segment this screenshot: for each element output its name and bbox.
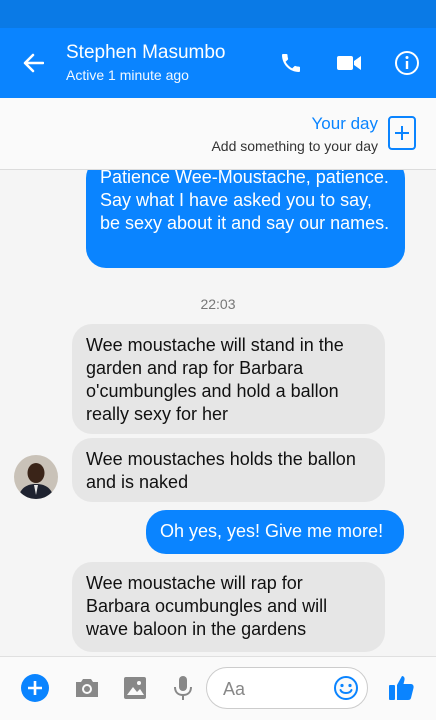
info-icon [395,51,419,75]
plus-icon [21,674,49,702]
your-day-banner: Your day Add something to your day [0,98,436,170]
contact-avatar[interactable] [14,455,58,499]
voice-call-button[interactable] [262,28,320,98]
message-incoming[interactable]: Wee moustache will rap for Barbara ocumb… [72,562,385,652]
avatar-photo [14,455,58,499]
phone-icon [282,54,300,72]
add-to-day-button[interactable] [388,116,416,150]
camera-icon [76,679,98,697]
image-icon [124,677,146,699]
camera-button[interactable] [70,671,104,705]
message-list[interactable]: Patience Wee-Moustache, patience. Say wh… [0,170,436,656]
emoji-icon [334,676,358,700]
message-outgoing[interactable]: Oh yes, yes! Give me more! [146,510,404,554]
info-button[interactable] [378,28,436,98]
message-composer [0,656,436,720]
video-call-button[interactable] [320,28,378,98]
more-actions-button[interactable] [18,671,52,705]
emoji-button[interactable] [333,675,359,706]
video-camera-icon [337,56,361,70]
message-input-wrapper [206,667,368,709]
message-incoming[interactable]: Wee moustache will stand in the garden a… [72,324,385,434]
contact-name: Stephen Masumbo [66,42,226,63]
conversation-header: Stephen Masumbo Active 1 minute ago [0,28,436,98]
your-day-subtitle: Add something to your day [211,138,378,154]
message-timestamp: 22:03 [200,296,236,312]
microphone-icon [174,676,192,700]
message-incoming[interactable]: Wee moustaches holds the ballon and is n… [72,438,385,502]
plus-icon [395,126,409,140]
back-button[interactable] [0,28,66,98]
message-input[interactable] [223,676,333,702]
thumbs-up-icon [389,676,414,700]
gallery-button[interactable] [118,671,152,705]
message-outgoing[interactable]: Patience Wee-Moustache, patience. Say wh… [86,170,405,268]
contact-info[interactable]: Stephen Masumbo Active 1 minute ago [66,41,262,85]
back-arrow-icon [23,53,44,73]
your-day-title[interactable]: Your day [312,114,378,134]
voice-message-button[interactable] [166,671,200,705]
like-button[interactable] [384,671,418,705]
contact-status: Active 1 minute ago [66,67,189,83]
status-bar [0,0,436,28]
